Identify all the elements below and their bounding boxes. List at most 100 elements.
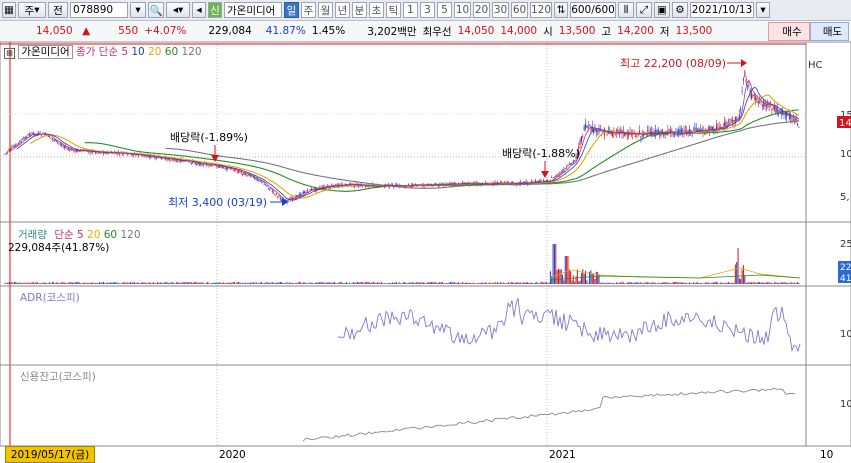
volume-bar — [482, 282, 484, 284]
candle-body — [189, 161, 191, 163]
candle-body — [42, 132, 44, 134]
search-icon[interactable]: 🔍 — [148, 2, 164, 18]
volume-bar — [319, 282, 321, 284]
date-input[interactable]: 2021/10/13 — [690, 2, 754, 18]
volume-bar — [433, 282, 435, 284]
candle-body — [271, 190, 273, 192]
grid-layout-icon[interactable]: ▦ — [2, 2, 16, 18]
interval-button-30[interactable]: 30 — [492, 2, 509, 18]
dropdown-arrow-icon[interactable]: ▾ — [130, 2, 146, 18]
volume-bar — [563, 280, 565, 284]
volume-bar — [605, 283, 607, 284]
period-monthly-button[interactable]: 월 — [318, 2, 333, 18]
count-value: 600/600 — [571, 4, 615, 16]
period-minute-button[interactable]: 분 — [352, 2, 367, 18]
price-axis-label-5: 5, — [840, 192, 850, 203]
settings-square-icon[interactable]: ▤ — [4, 48, 15, 59]
interval-button-120[interactable]: 120 — [530, 2, 552, 18]
volume-bar — [38, 283, 40, 284]
volume-bar — [288, 283, 289, 284]
volume-bar — [193, 281, 195, 284]
price-ma-label: 종가 단순 — [76, 46, 118, 58]
low-value: 13,500 — [675, 25, 713, 37]
buy-button[interactable]: 매수 — [768, 22, 810, 41]
volume-bar — [174, 283, 176, 284]
candle-body — [53, 139, 55, 141]
candle-body — [252, 176, 254, 178]
volume-bar — [702, 283, 704, 284]
volume-bar — [364, 282, 366, 284]
period-second-button[interactable]: 초 — [369, 2, 384, 18]
candle-body — [24, 137, 26, 140]
save-icon[interactable]: ▣ — [654, 2, 670, 18]
volume-bar — [624, 283, 626, 284]
interval-button-3[interactable]: 3 — [420, 2, 435, 18]
volume-bar — [441, 282, 443, 284]
volume-bar — [270, 282, 272, 284]
volume-bar — [636, 282, 638, 284]
candle-body — [796, 123, 798, 126]
volume-bar — [261, 282, 262, 284]
volume-bar — [238, 281, 240, 284]
interval-button-20[interactable]: 20 — [473, 2, 490, 18]
interval-button-5[interactable]: 5 — [437, 2, 452, 18]
volume-bar — [541, 281, 543, 284]
volume-bar — [379, 282, 381, 284]
settings-bars-icon[interactable]: ⦀ — [618, 2, 634, 18]
volume-bar — [385, 283, 387, 284]
sync-icon[interactable]: ⇅ — [554, 2, 568, 18]
volume-bar — [12, 282, 14, 284]
interval-button-10[interactable]: 10 — [454, 2, 471, 18]
volume-bar — [9, 283, 11, 284]
stock-chart[interactable]: 최고 22,200 (08/09) 최저 3,400 (03/19) 배당락(-… — [0, 42, 851, 462]
volume-bar — [694, 283, 696, 284]
volume-bar — [721, 282, 723, 284]
market-select[interactable]: 주 ▾ — [18, 2, 46, 18]
volume-bar — [645, 282, 647, 284]
candle-body — [568, 163, 570, 165]
interval-button-1[interactable]: 1 — [403, 2, 418, 18]
buy-button-label: 매수 — [782, 26, 802, 38]
volume-bar — [404, 282, 406, 284]
volume-bar — [661, 282, 663, 284]
volume-bar — [240, 283, 242, 284]
volume-bar — [674, 282, 676, 284]
volume-bar — [50, 283, 52, 284]
interval-button-60[interactable]: 60 — [511, 2, 528, 18]
volume-axis-label-current: 22 — [840, 263, 851, 273]
volume-bar — [564, 256, 566, 284]
volume-bar — [173, 283, 175, 284]
volume-bar — [707, 282, 709, 284]
period-tick-label: 틱 — [388, 4, 399, 17]
volume-bar — [101, 282, 103, 284]
candle-body — [239, 171, 241, 173]
nav-button[interactable]: 전 — [48, 2, 68, 18]
volume-bar — [664, 282, 666, 284]
volume-bar — [105, 283, 107, 284]
draw-tool-icon[interactable]: ⤢ — [636, 2, 652, 18]
gear-icon[interactable]: ⚙ — [672, 2, 688, 18]
volume-bar — [714, 282, 716, 284]
candle-body — [190, 163, 192, 165]
prev-icon[interactable]: ◂ — [192, 2, 206, 18]
candle-body — [614, 134, 616, 136]
volume-bar — [81, 283, 83, 284]
volume-bar — [275, 282, 277, 284]
volume-bar — [443, 283, 445, 284]
volume-bar — [310, 283, 312, 284]
sound-icon[interactable]: ◂▾ — [166, 2, 190, 18]
candle-body — [8, 149, 10, 152]
period-yearly-button[interactable]: 년 — [335, 2, 350, 18]
sell-button[interactable]: 매도 — [810, 22, 849, 41]
volume-bar — [794, 282, 796, 284]
volume-bar — [267, 282, 269, 284]
period-daily-button[interactable]: 일 — [284, 2, 299, 18]
volume-bar — [713, 281, 715, 284]
candle-body — [335, 184, 337, 186]
calendar-icon[interactable]: ▾ — [756, 2, 770, 18]
period-weekly-button[interactable]: 주 — [301, 2, 316, 18]
stock-code-input[interactable]: 078890 — [70, 2, 128, 18]
count-input[interactable]: 600/600 — [570, 2, 616, 18]
period-tick-button[interactable]: 틱 — [386, 2, 401, 18]
volume-bar — [504, 283, 505, 284]
